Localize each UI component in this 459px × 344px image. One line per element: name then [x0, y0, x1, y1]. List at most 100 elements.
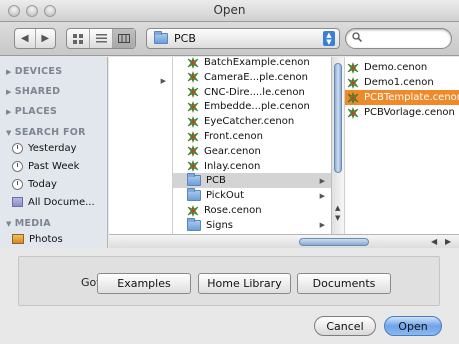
file-row[interactable]: EyeCatcher.cenon	[173, 114, 331, 129]
clock-icon	[12, 142, 23, 154]
folder-icon	[187, 173, 201, 187]
column-3[interactable]: Demo.cenon Demo1.cenon PCBTemplate.cenon PC…	[345, 57, 459, 234]
sidebar-item-label: Photos	[29, 233, 63, 245]
clock-icon	[12, 160, 23, 172]
sidebar-section-places[interactable]: ▶ PLACES	[6, 106, 57, 117]
sidebar-section-shared[interactable]: ▶ SHARED	[6, 86, 60, 97]
file-row[interactable]: Demo.cenon	[345, 60, 459, 75]
sidebar-section-media[interactable]: ▼ MEDIA	[6, 218, 51, 229]
section-label: DEVICES	[14, 66, 63, 77]
chevron-right-icon: ▶	[319, 191, 325, 200]
row-label: Demo1.cenon	[364, 77, 434, 88]
scroll-right-arrow-icon[interactable]: ▶	[445, 237, 451, 246]
file-row[interactable]: PCBVorlage.cenon	[345, 105, 459, 120]
toolbar: ◀ ▶ PCB ▲ ▼	[0, 22, 459, 56]
file-row[interactable]: BatchExample.cenon	[173, 57, 331, 70]
cenon-file-icon	[187, 71, 199, 84]
scroll-down-arrow-icon[interactable]: ▼	[335, 214, 340, 222]
file-row[interactable]: PCBTemplate.cenon	[345, 90, 459, 105]
sidebar: ▶ DEVICES ▶ SHARED ▶ PLACES ▼ SEARCH FOR Yes…	[0, 57, 108, 248]
disclosure-right-icon: ▶	[6, 108, 12, 116]
section-label: PLACES	[14, 106, 58, 117]
title-bar: Open	[0, 0, 459, 22]
row-label: Front.cenon	[204, 131, 263, 142]
cenon-file-icon	[187, 145, 199, 158]
open-button[interactable]: Open	[384, 316, 442, 336]
cenon-file-icon	[187, 115, 199, 128]
folder-icon	[187, 188, 201, 202]
file-row[interactable]: Rose.cenon	[173, 203, 331, 218]
cenon-file-icon	[347, 91, 359, 104]
file-row[interactable]: CameraE...ple.cenon	[173, 70, 331, 85]
back-arrow-icon[interactable]: ◀	[15, 29, 36, 48]
sidebar-item-all-documents[interactable]: All Docume...	[12, 194, 106, 210]
sidebar-item-label: All Docume...	[28, 196, 95, 208]
open-dialog: Open ◀ ▶ PCB ▲ ▼ ▶ DEVICES ▶ SHARED ▶ PL…	[0, 0, 459, 344]
goto-examples-button[interactable]: Examples	[97, 273, 191, 294]
row-label: PCB	[206, 175, 226, 187]
sidebar-item-past-week[interactable]: Past Week	[12, 158, 106, 174]
search-field[interactable]	[345, 28, 452, 49]
sidebar-section-search-for[interactable]: ▼ SEARCH FOR	[6, 127, 86, 138]
goto-home-library-button[interactable]: Home Library	[198, 273, 291, 294]
column-2[interactable]: BatchExample.cenon CameraE...ple.cenon CNC…	[173, 57, 345, 234]
column-2-scrollbar[interactable]: ▲ ▼	[331, 57, 344, 234]
file-row[interactable]: CNC-Dire....le.cenon	[173, 85, 331, 100]
folder-row[interactable]: PCB ▶	[173, 173, 331, 189]
row-label: Demo.cenon	[364, 62, 428, 73]
smart-folder-icon	[12, 197, 23, 207]
file-row[interactable]: Inlay.cenon	[173, 159, 331, 174]
row-label: Embedde...ple.cenon	[204, 101, 310, 113]
back-forward-control: ◀ ▶	[14, 28, 56, 49]
clock-icon	[12, 178, 23, 190]
row-label: CNC-Dire....le.cenon	[204, 86, 305, 98]
scroll-up-arrow-icon[interactable]: ▲	[335, 204, 340, 212]
scroll-thumb[interactable]	[334, 63, 342, 173]
photos-icon	[12, 234, 24, 244]
cenon-file-icon	[187, 86, 199, 99]
list-view-icon[interactable]	[90, 29, 113, 48]
cenon-file-icon	[187, 130, 199, 143]
window-title: Open	[213, 3, 246, 17]
column-1[interactable]: ▶	[109, 57, 173, 234]
cenon-file-icon	[187, 57, 199, 69]
disclosure-right-icon: ▶	[6, 88, 12, 96]
sidebar-section-devices[interactable]: ▶ DEVICES	[6, 66, 62, 77]
view-mode-control	[66, 28, 136, 49]
search-icon	[352, 32, 363, 45]
sidebar-item-photos[interactable]: Photos	[12, 231, 106, 247]
cenon-file-icon	[347, 61, 359, 74]
file-row[interactable]: Embedde...ple.cenon	[173, 99, 331, 114]
folder-row[interactable]: Signs ▶	[173, 217, 331, 233]
sidebar-item-today[interactable]: Today	[12, 176, 106, 192]
row-label: PCBTemplate.cenon	[364, 92, 459, 103]
row-label: BatchExample.cenon	[204, 57, 310, 68]
folder-row[interactable]: PickOut ▶	[173, 188, 331, 203]
horizontal-scrollbar[interactable]: ◀ ▶	[109, 234, 459, 248]
row-label: Signs	[206, 219, 234, 231]
forward-arrow-icon[interactable]: ▶	[36, 29, 56, 48]
row-label: PCBVorlage.cenon	[364, 107, 455, 118]
sidebar-item-label: Yesterday	[28, 142, 77, 154]
chevron-right-icon: ▶	[160, 77, 166, 85]
section-label: SEARCH FOR	[14, 127, 86, 138]
scroll-left-arrow-icon[interactable]: ◀	[431, 237, 437, 246]
section-label: SHARED	[14, 86, 61, 97]
cenon-file-icon	[347, 106, 359, 119]
cenon-file-icon	[347, 76, 359, 89]
horizontal-scroll-thumb[interactable]	[299, 238, 369, 246]
file-row[interactable]: Gear.cenon	[173, 144, 331, 159]
location-popup[interactable]: PCB ▲ ▼	[146, 28, 340, 49]
column-view-icon[interactable]	[113, 29, 135, 48]
cancel-button[interactable]: Cancel	[314, 316, 376, 336]
icon-view-icon[interactable]	[67, 29, 90, 48]
row-label: Gear.cenon	[204, 145, 261, 157]
cenon-file-icon	[187, 204, 199, 217]
file-row[interactable]: Demo1.cenon	[345, 75, 459, 90]
goto-documents-button[interactable]: Documents	[297, 273, 391, 294]
cenon-file-icon	[187, 160, 199, 173]
sidebar-item-yesterday[interactable]: Yesterday	[12, 140, 106, 156]
row-label: Rose.cenon	[204, 205, 262, 216]
row-label: PickOut	[206, 190, 245, 202]
file-row[interactable]: Front.cenon	[173, 129, 331, 144]
